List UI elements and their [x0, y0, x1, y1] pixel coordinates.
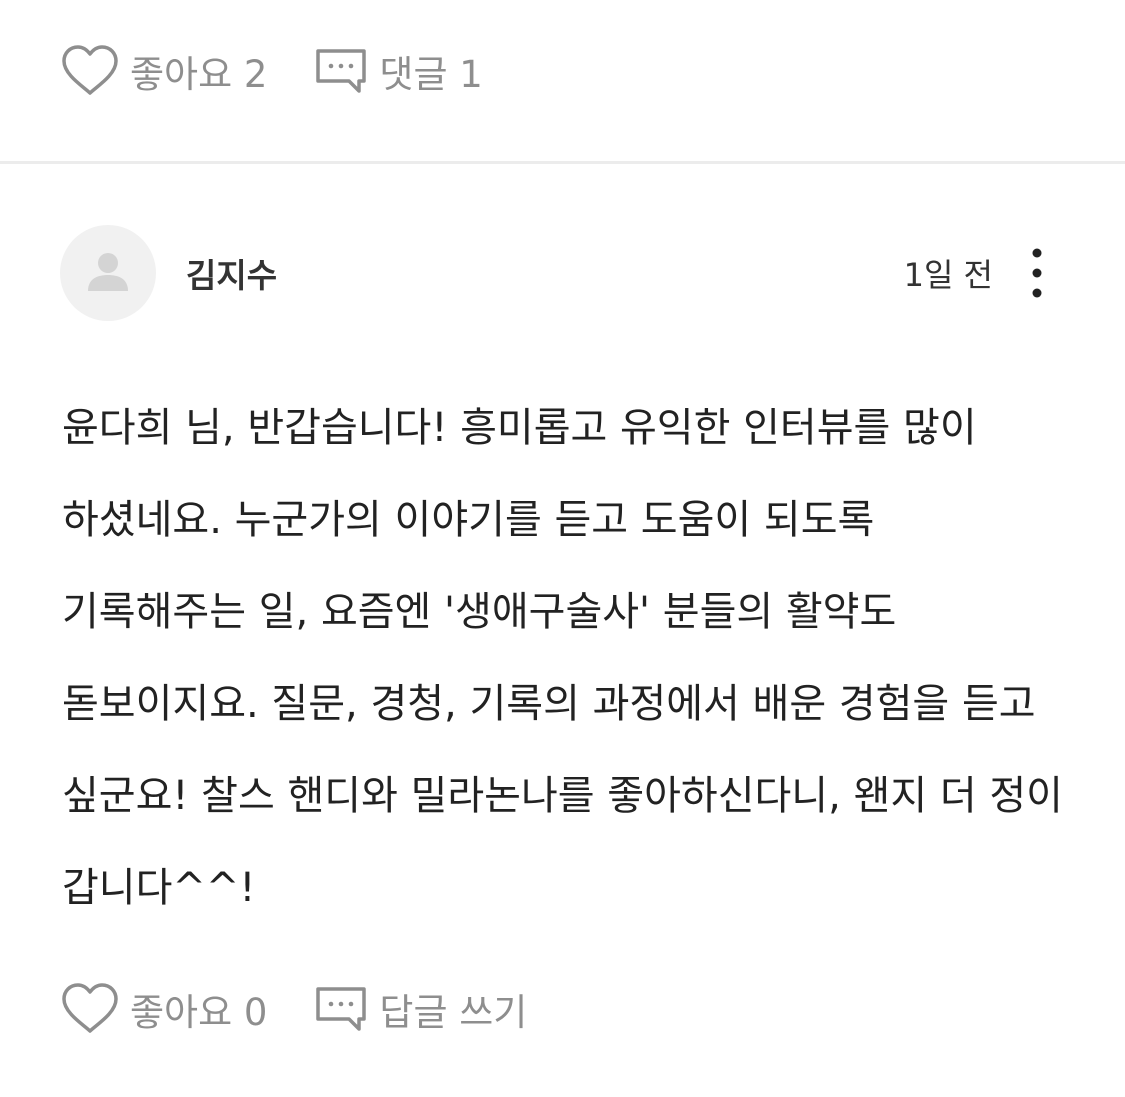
heart-icon: [62, 45, 118, 95]
post-actions: 좋아요 2 댓글 1: [62, 41, 483, 101]
comment-time: 1일 전: [903, 256, 993, 294]
comment-actions: 좋아요 0 답글 쓰기: [62, 979, 527, 1039]
post-comment-button[interactable]: 댓글 1: [315, 44, 483, 98]
comment-like-count: 좋아요 0: [130, 991, 268, 1034]
comment-like-button[interactable]: 좋아요 0: [62, 982, 267, 1036]
comment-text: 윤다희 님, 반갑습니다! 흥미롭고 유익한 인터뷰를 많이 하셨네요. 누군가…: [62, 405, 1063, 911]
speech-bubble-icon: [316, 49, 367, 93]
speech-bubble-icon: [316, 987, 367, 1031]
post-like-count: 좋아요 2: [130, 53, 268, 96]
post-comment-count: 댓글 1: [379, 53, 483, 96]
vertical-ellipsis-icon: [1032, 248, 1042, 298]
reply-label: 답글 쓰기: [379, 991, 528, 1034]
comment-author[interactable]: 김지수: [186, 249, 277, 297]
section-divider: [0, 161, 1125, 164]
comment-header: 김지수 1일 전: [60, 225, 1065, 321]
heart-icon: [62, 983, 118, 1033]
default-user-icon: [88, 253, 128, 291]
more-options-button[interactable]: [1027, 247, 1047, 299]
reply-button[interactable]: 답글 쓰기: [315, 982, 527, 1036]
post-like-button[interactable]: 좋아요 2: [62, 44, 267, 98]
avatar[interactable]: [60, 225, 156, 321]
